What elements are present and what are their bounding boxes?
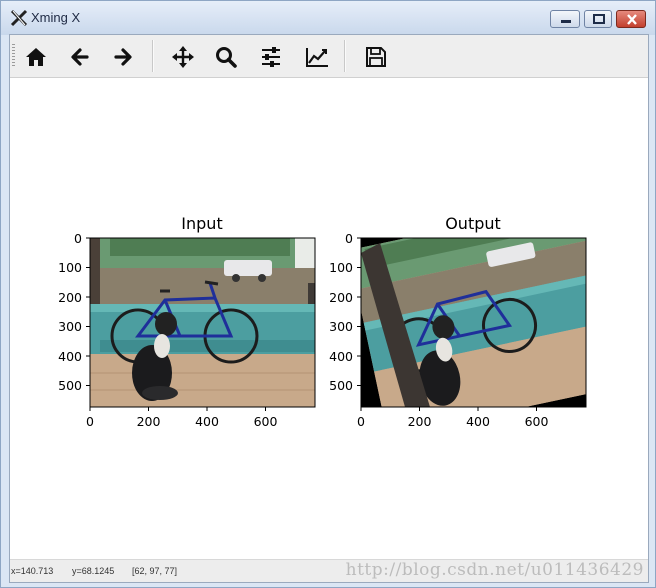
back-button[interactable] (63, 41, 95, 71)
arrow-left-icon (71, 48, 89, 66)
arrow-right-icon (114, 48, 132, 66)
watermark: http://blog.csdn.net/u011436429 (345, 560, 644, 580)
forward-button[interactable] (106, 41, 138, 71)
zoom-icon (216, 47, 237, 68)
y-tick-label: 100 (58, 260, 82, 275)
zoom-button[interactable] (209, 41, 241, 71)
move-icon (172, 46, 194, 68)
x-ticks-output: 0 200 400 600 (357, 407, 548, 429)
cursor-x-readout: x=140.713 (11, 566, 54, 576)
output-image (361, 238, 586, 407)
x-tick-label: 0 (357, 414, 365, 429)
toolbar-separator (344, 40, 346, 72)
x-tick-label: 600 (525, 414, 549, 429)
x-tick-label: 400 (466, 414, 490, 429)
home-icon (26, 48, 46, 66)
maximize-icon (593, 14, 605, 24)
figure-canvas[interactable]: Input 0 100 200 300 400 500 0 200 400 60… (10, 78, 648, 556)
app-window: Xming X Input 0 100 200 300 400 500 0 20… (0, 0, 656, 588)
y-tick-label: 0 (74, 231, 82, 246)
window-title: Xming X (31, 10, 81, 25)
xming-logo-icon (10, 9, 28, 27)
home-button[interactable] (19, 41, 51, 71)
close-icon (627, 14, 637, 25)
pan-button[interactable] (166, 41, 198, 71)
figure-window: Input 0 100 200 300 400 500 0 200 400 60… (9, 34, 649, 583)
line-chart-icon (306, 48, 328, 67)
y-tick-label: 300 (329, 319, 353, 334)
minimize-icon (561, 20, 571, 23)
y-tick-label: 300 (58, 319, 82, 334)
y-tick-label: 400 (58, 349, 82, 364)
y-tick-label: 100 (329, 260, 353, 275)
minimize-button[interactable] (550, 10, 580, 28)
toolbar-separator (152, 40, 154, 72)
subplots-button[interactable] (254, 41, 286, 71)
axes-title-input: Input (181, 214, 222, 233)
x-tick-label: 200 (137, 414, 161, 429)
save-button[interactable] (359, 41, 391, 71)
sliders-icon (262, 47, 280, 67)
toolbar-grip[interactable] (12, 44, 15, 68)
y-tick-label: 200 (58, 290, 82, 305)
input-image (90, 238, 315, 407)
figure-svg: Input 0 100 200 300 400 500 0 200 400 60… (58, 214, 587, 429)
axes-input: Input 0 100 200 300 400 500 0 200 400 60… (58, 214, 316, 429)
status-bar: x=140.713 y=68.1245 [62, 97, 77] http://… (10, 559, 648, 582)
y-tick-label: 200 (329, 290, 353, 305)
x-tick-label: 600 (254, 414, 278, 429)
y-tick-label: 500 (58, 378, 82, 393)
y-ticks-input: 0 100 200 300 400 500 (58, 231, 90, 393)
close-button[interactable] (616, 10, 646, 28)
save-icon (366, 47, 386, 67)
customize-button[interactable] (299, 41, 331, 71)
axes-title-output: Output (445, 214, 501, 233)
y-tick-label: 0 (345, 231, 353, 246)
pixel-value-readout: [62, 97, 77] (132, 566, 178, 576)
x-ticks-input: 0 200 400 600 (86, 407, 277, 429)
title-bar[interactable]: Xming X (1, 1, 655, 35)
cursor-y-readout: y=68.1245 (72, 566, 115, 576)
y-tick-label: 500 (329, 378, 353, 393)
navigation-toolbar (10, 35, 648, 78)
x-tick-label: 0 (86, 414, 94, 429)
maximize-button[interactable] (584, 10, 612, 28)
y-ticks-output: 0 100 200 300 400 500 (329, 231, 361, 393)
y-tick-label: 400 (329, 349, 353, 364)
x-tick-label: 200 (408, 414, 432, 429)
x-tick-label: 400 (195, 414, 219, 429)
axes-output: Output 0 100 200 300 400 500 0 200 400 6… (329, 214, 587, 429)
